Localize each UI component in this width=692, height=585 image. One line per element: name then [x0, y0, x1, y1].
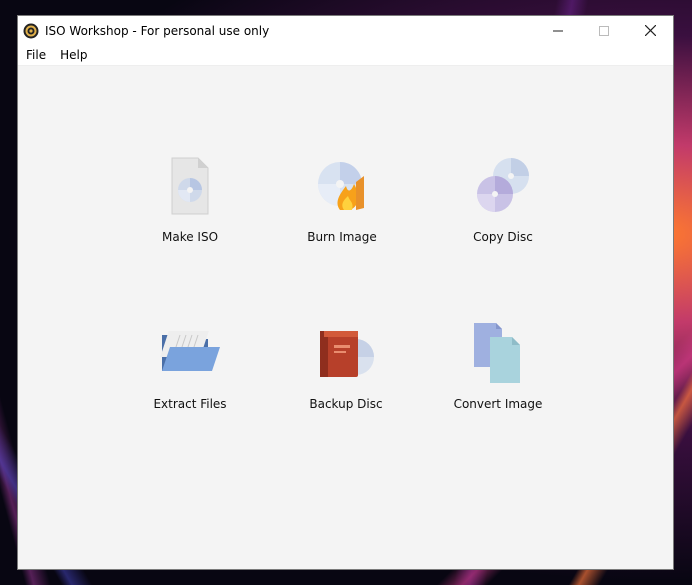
- window-controls: [535, 16, 673, 45]
- close-icon: [644, 25, 656, 36]
- menu-file[interactable]: File: [18, 48, 52, 62]
- burn-image-icon: [318, 162, 364, 210]
- convert-image-tile[interactable]: Convert Image: [443, 321, 553, 431]
- copy-disc-label: Copy Disc: [473, 230, 533, 244]
- convert-image-label: Convert Image: [453, 397, 543, 411]
- maximize-button[interactable]: [581, 16, 627, 45]
- copy-disc-tile[interactable]: Copy Disc: [448, 154, 558, 264]
- convert-image-icon: [474, 323, 520, 383]
- app-window: ISO Workshop - For personal use only Fil…: [17, 15, 674, 570]
- maximize-icon: [599, 25, 609, 36]
- extract-files-label: Extract Files: [153, 397, 227, 411]
- app-logo-icon: [23, 23, 39, 38]
- make-iso-label: Make ISO: [161, 230, 219, 244]
- minimize-icon: [553, 30, 563, 31]
- close-button[interactable]: [627, 16, 673, 45]
- copy-disc-icon: [477, 158, 529, 212]
- menu-help[interactable]: Help: [52, 48, 95, 62]
- burn-image-label: Burn Image: [307, 230, 377, 244]
- make-iso-tile[interactable]: Make ISO: [135, 154, 245, 264]
- title-bar[interactable]: ISO Workshop - For personal use only: [18, 16, 673, 45]
- backup-disc-tile[interactable]: Backup Disc: [291, 321, 401, 431]
- make-iso-icon: [171, 157, 209, 215]
- extract-files-icon: [160, 331, 220, 371]
- minimize-button[interactable]: [535, 16, 581, 45]
- window-title: ISO Workshop - For personal use only: [45, 23, 270, 38]
- action-grid: Make ISO Burn Image Copy Disc Extract Fi…: [18, 66, 673, 569]
- backup-disc-icon: [320, 331, 374, 377]
- menu-bar: File Help: [18, 45, 673, 66]
- burn-image-tile[interactable]: Burn Image: [287, 154, 397, 264]
- backup-disc-label: Backup Disc: [309, 397, 383, 411]
- extract-files-tile[interactable]: Extract Files: [135, 321, 245, 431]
